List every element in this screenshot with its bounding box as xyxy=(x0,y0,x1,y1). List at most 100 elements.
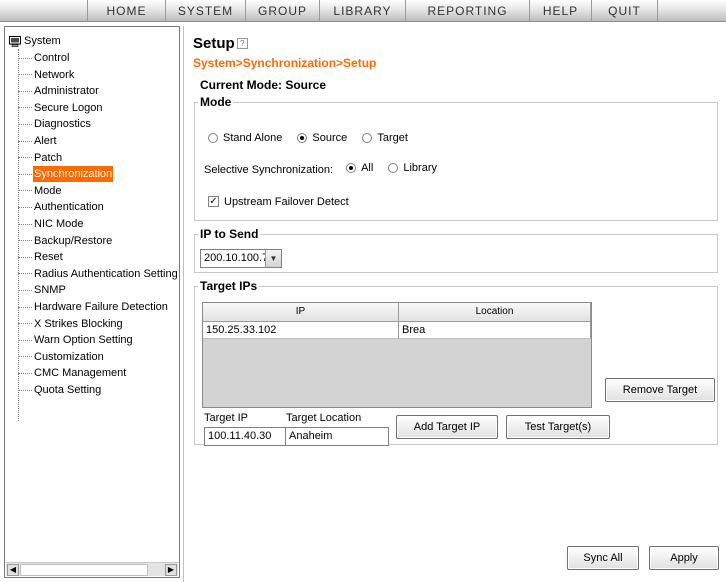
tree-branch-line xyxy=(18,157,32,159)
mode-option-source[interactable]: Source xyxy=(297,132,347,144)
tree-branch-line xyxy=(18,107,32,109)
add-target-ip-button[interactable]: Add Target IP xyxy=(396,415,498,439)
sidebar-item-customization[interactable]: Customization xyxy=(18,349,105,365)
tree-branch-line xyxy=(18,323,32,325)
target-location-label: Target Location xyxy=(286,412,362,424)
radio-all[interactable] xyxy=(346,163,357,173)
sidebar-item-hardware-failure-detection[interactable]: Hardware Failure Detection xyxy=(18,299,169,315)
chevron-down-icon[interactable]: ▼ xyxy=(265,250,281,267)
table-row-ip[interactable]: 150.25.33.102 xyxy=(203,322,399,339)
radio-target[interactable] xyxy=(362,133,373,143)
radio-source[interactable] xyxy=(297,133,308,143)
tree-branch-line xyxy=(18,223,32,225)
sidebar-item-label: Warn Option Setting xyxy=(34,334,133,347)
failover-checkbox[interactable]: ✓ xyxy=(208,196,219,207)
sidebar-item-label: Quota Setting xyxy=(34,384,102,396)
target-ip-label: Target IP xyxy=(204,412,249,424)
sidebar-item-label: Backup/Restore xyxy=(34,234,113,247)
computer-icon xyxy=(9,35,21,47)
current-mode-label: Current Mode: Source xyxy=(200,78,327,92)
sidebar-item-cmc-management[interactable]: CMC Management xyxy=(18,365,127,381)
menu-system[interactable]: SYSTEM xyxy=(166,0,246,22)
sidebar-item-label: Control xyxy=(34,52,70,64)
sidebar-item-authentication[interactable]: Authentication xyxy=(18,199,105,215)
sidebar-item-label: Customization xyxy=(34,350,104,363)
target-ips-legend: Target IPs xyxy=(200,279,258,293)
menu-home[interactable]: HOME xyxy=(88,0,166,22)
sidebar-item-label: Network xyxy=(34,68,75,81)
sidebar-item-administrator[interactable]: Administrator xyxy=(18,83,100,99)
sidebar-item-label: Radius Authentication Setting xyxy=(34,267,178,280)
scroll-right-icon[interactable]: ▶ xyxy=(165,564,177,576)
tree-branch-line xyxy=(18,140,32,142)
sidebar-item-network[interactable]: Network xyxy=(18,67,75,83)
mode-options: Stand Alone Source Target xyxy=(208,132,408,146)
sidebar-item-label: X Strikes Blocking xyxy=(34,317,123,330)
remove-target-button[interactable]: Remove Target xyxy=(605,378,715,402)
tree-branch-line xyxy=(18,90,32,92)
selective-option-library[interactable]: Library xyxy=(388,162,437,174)
radio-library[interactable] xyxy=(388,163,399,173)
menu-group[interactable]: GROUP xyxy=(246,0,320,22)
sidebar-item-warn-option-setting[interactable]: Warn Option Setting xyxy=(18,332,134,348)
target-ip-input[interactable]: 100.11.40.30 xyxy=(204,427,286,446)
sidebar-item-label: Hardware Failure Detection xyxy=(34,301,168,313)
navigation-tree: System Control Network Administrator Secure… xyxy=(4,26,180,578)
sidebar-item-patch[interactable]: Patch xyxy=(18,150,63,166)
sidebar-item-quota-setting[interactable]: Quota Setting xyxy=(18,382,102,398)
menu-left-cap xyxy=(0,0,88,22)
tree-branch-line xyxy=(18,306,32,308)
sidebar-item-mode[interactable]: Mode xyxy=(18,183,63,199)
tree-root-label: System xyxy=(24,35,61,47)
test-targets-button[interactable]: Test Target(s) xyxy=(506,415,610,439)
sidebar-item-snmp[interactable]: SNMP xyxy=(18,282,67,298)
menu-library[interactable]: LIBRARY xyxy=(320,0,406,22)
mode-option-stand-alone[interactable]: Stand Alone xyxy=(208,132,282,144)
tree-root-system[interactable]: System xyxy=(9,34,61,48)
tree-branch-line xyxy=(18,389,32,391)
tree-branch-line xyxy=(18,256,32,258)
sidebar-item-control[interactable]: Control xyxy=(18,50,70,66)
menu-reporting[interactable]: REPORTING xyxy=(406,0,530,22)
tree-branch-line xyxy=(18,206,32,208)
sidebar-item-label: Administrator xyxy=(34,85,99,98)
horizontal-scrollbar[interactable]: ◀ ▶ xyxy=(6,562,178,576)
scroll-thumb[interactable] xyxy=(20,564,148,576)
sidebar-item-label: Secure Logon xyxy=(34,101,103,114)
apply-button[interactable]: Apply xyxy=(649,546,719,570)
sidebar-item-label: CMC Management xyxy=(34,367,127,380)
failover-row: ✓ Upstream Failover Detect xyxy=(208,195,349,208)
sidebar-item-secure-logon[interactable]: Secure Logon xyxy=(18,100,104,116)
menu-quit[interactable]: QUIT xyxy=(592,0,658,22)
sidebar-item-label: NIC Mode xyxy=(34,218,84,230)
breadcrumb: System>Synchronization>Setup xyxy=(193,56,377,70)
tree-branch-line xyxy=(18,74,32,76)
column-header-ip[interactable]: IP xyxy=(203,303,399,322)
radio-stand-alone[interactable] xyxy=(208,133,218,143)
top-menu-bar: HOME SYSTEM GROUP LIBRARY REPORTING HELP… xyxy=(0,0,726,22)
sidebar-item-nic-mode[interactable]: NIC Mode xyxy=(18,216,85,232)
target-location-input[interactable]: Anaheim xyxy=(285,427,389,446)
help-icon[interactable]: ? xyxy=(236,38,248,49)
selective-sync-row: Selective Synchronization: All Library xyxy=(204,162,437,176)
selective-option-all[interactable]: All xyxy=(346,162,373,174)
sidebar-item-backup-restore[interactable]: Backup/Restore xyxy=(18,233,113,249)
failover-option[interactable]: ✓ Upstream Failover Detect xyxy=(208,196,349,208)
sidebar-item-alert[interactable]: Alert xyxy=(18,133,58,149)
scroll-left-icon[interactable]: ◀ xyxy=(7,564,19,576)
ip-to-send-select[interactable]: 200.10.100.75 ▼ xyxy=(200,249,282,268)
sidebar-item-synchronization[interactable]: Synchronization xyxy=(18,166,114,183)
sidebar-item-x-strikes-blocking[interactable]: X Strikes Blocking xyxy=(18,316,124,332)
mode-option-target[interactable]: Target xyxy=(362,132,408,144)
ip-to-send-legend: IP to Send xyxy=(200,227,259,241)
sidebar-item-diagnostics[interactable]: Diagnostics xyxy=(18,116,92,132)
table-row-location[interactable]: Brea xyxy=(399,322,591,339)
tree-branch-line xyxy=(18,190,32,192)
tree-branch-line xyxy=(18,289,32,291)
sidebar-item-radius-authentication-setting[interactable]: Radius Authentication Setting xyxy=(18,266,179,282)
mode-legend: Mode xyxy=(200,95,232,109)
column-header-location[interactable]: Location xyxy=(399,303,591,322)
sidebar-item-reset[interactable]: Reset xyxy=(18,249,64,265)
sync-all-button[interactable]: Sync All xyxy=(567,546,639,570)
menu-help[interactable]: HELP xyxy=(530,0,592,22)
